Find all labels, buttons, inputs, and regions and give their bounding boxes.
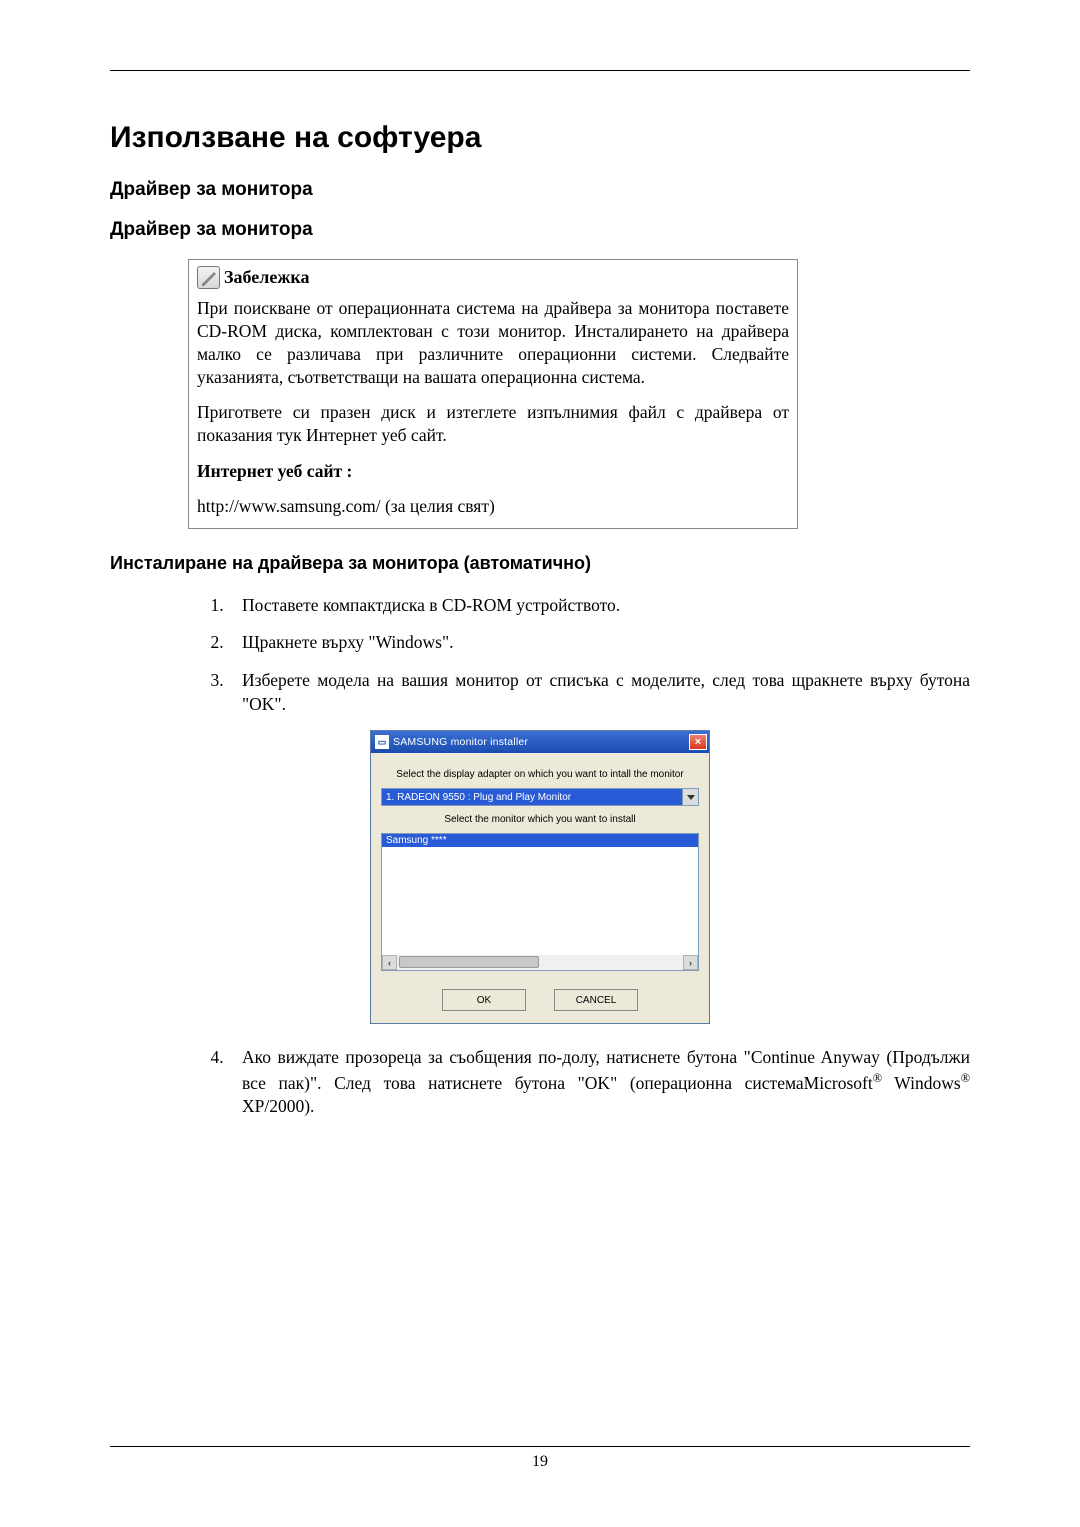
heading-install-auto: Инсталиране на драйвера за монитора (авт…: [110, 553, 970, 574]
note-title: Забележка: [224, 267, 310, 288]
app-icon: ▭: [375, 735, 389, 749]
note-website-label: Интернет уеб сайт :: [197, 460, 789, 483]
page-title: Използване на софтуера: [110, 121, 970, 155]
ok-button[interactable]: OK: [442, 989, 526, 1011]
installer-title: SAMSUNG monitor installer: [393, 736, 528, 748]
heading-driver-1: Драйвер за монитора: [110, 179, 970, 201]
page-footer: 19: [110, 1446, 970, 1471]
note-paragraph-1: При поискване от операционната система н…: [197, 297, 789, 389]
step-1: Поставете компактдиска в CD-ROM устройст…: [228, 594, 970, 618]
scroll-left-button[interactable]: ‹: [382, 955, 397, 970]
monitor-listbox[interactable]: Samsung **** ‹ ›: [381, 833, 699, 971]
heading-driver-2: Драйвер за монитора: [110, 219, 970, 241]
adapter-selected: 1. RADEON 9550 : Plug and Play Monitor: [382, 789, 682, 805]
scroll-right-button[interactable]: ›: [683, 955, 698, 970]
close-button[interactable]: ×: [689, 734, 707, 750]
note-box: Забележка При поискване от операционната…: [188, 259, 798, 529]
top-rule: [110, 70, 970, 71]
adapter-combobox[interactable]: 1. RADEON 9550 : Plug and Play Monitor: [381, 788, 699, 806]
step-2: Щракнете върху "Windows".: [228, 631, 970, 655]
installer-window: ▭ SAMSUNG monitor installer × Select the…: [370, 730, 710, 1024]
chevron-down-icon[interactable]: [682, 789, 698, 805]
installer-titlebar: ▭ SAMSUNG monitor installer ×: [371, 731, 709, 753]
cancel-button[interactable]: CANCEL: [554, 989, 638, 1011]
step-4: Ако виждате прозореца за съобщения по-до…: [228, 1046, 970, 1119]
adapter-label: Select the display adapter on which you …: [381, 769, 699, 780]
scroll-track[interactable]: [397, 955, 683, 970]
scroll-thumb[interactable]: [399, 956, 539, 968]
note-url: http://www.samsung.com/ (за целия свят): [197, 495, 789, 518]
note-paragraph-2: Пригответе си празен диск и изтеглете из…: [197, 401, 789, 447]
page-number: 19: [532, 1453, 548, 1470]
step-3: Изберете модела на вашия монитор от спис…: [228, 669, 970, 716]
note-icon: [197, 266, 220, 289]
monitor-selected[interactable]: Samsung ****: [382, 834, 698, 847]
horizontal-scrollbar[interactable]: ‹ ›: [382, 955, 698, 970]
monitor-label: Select the monitor which you want to ins…: [381, 814, 699, 825]
